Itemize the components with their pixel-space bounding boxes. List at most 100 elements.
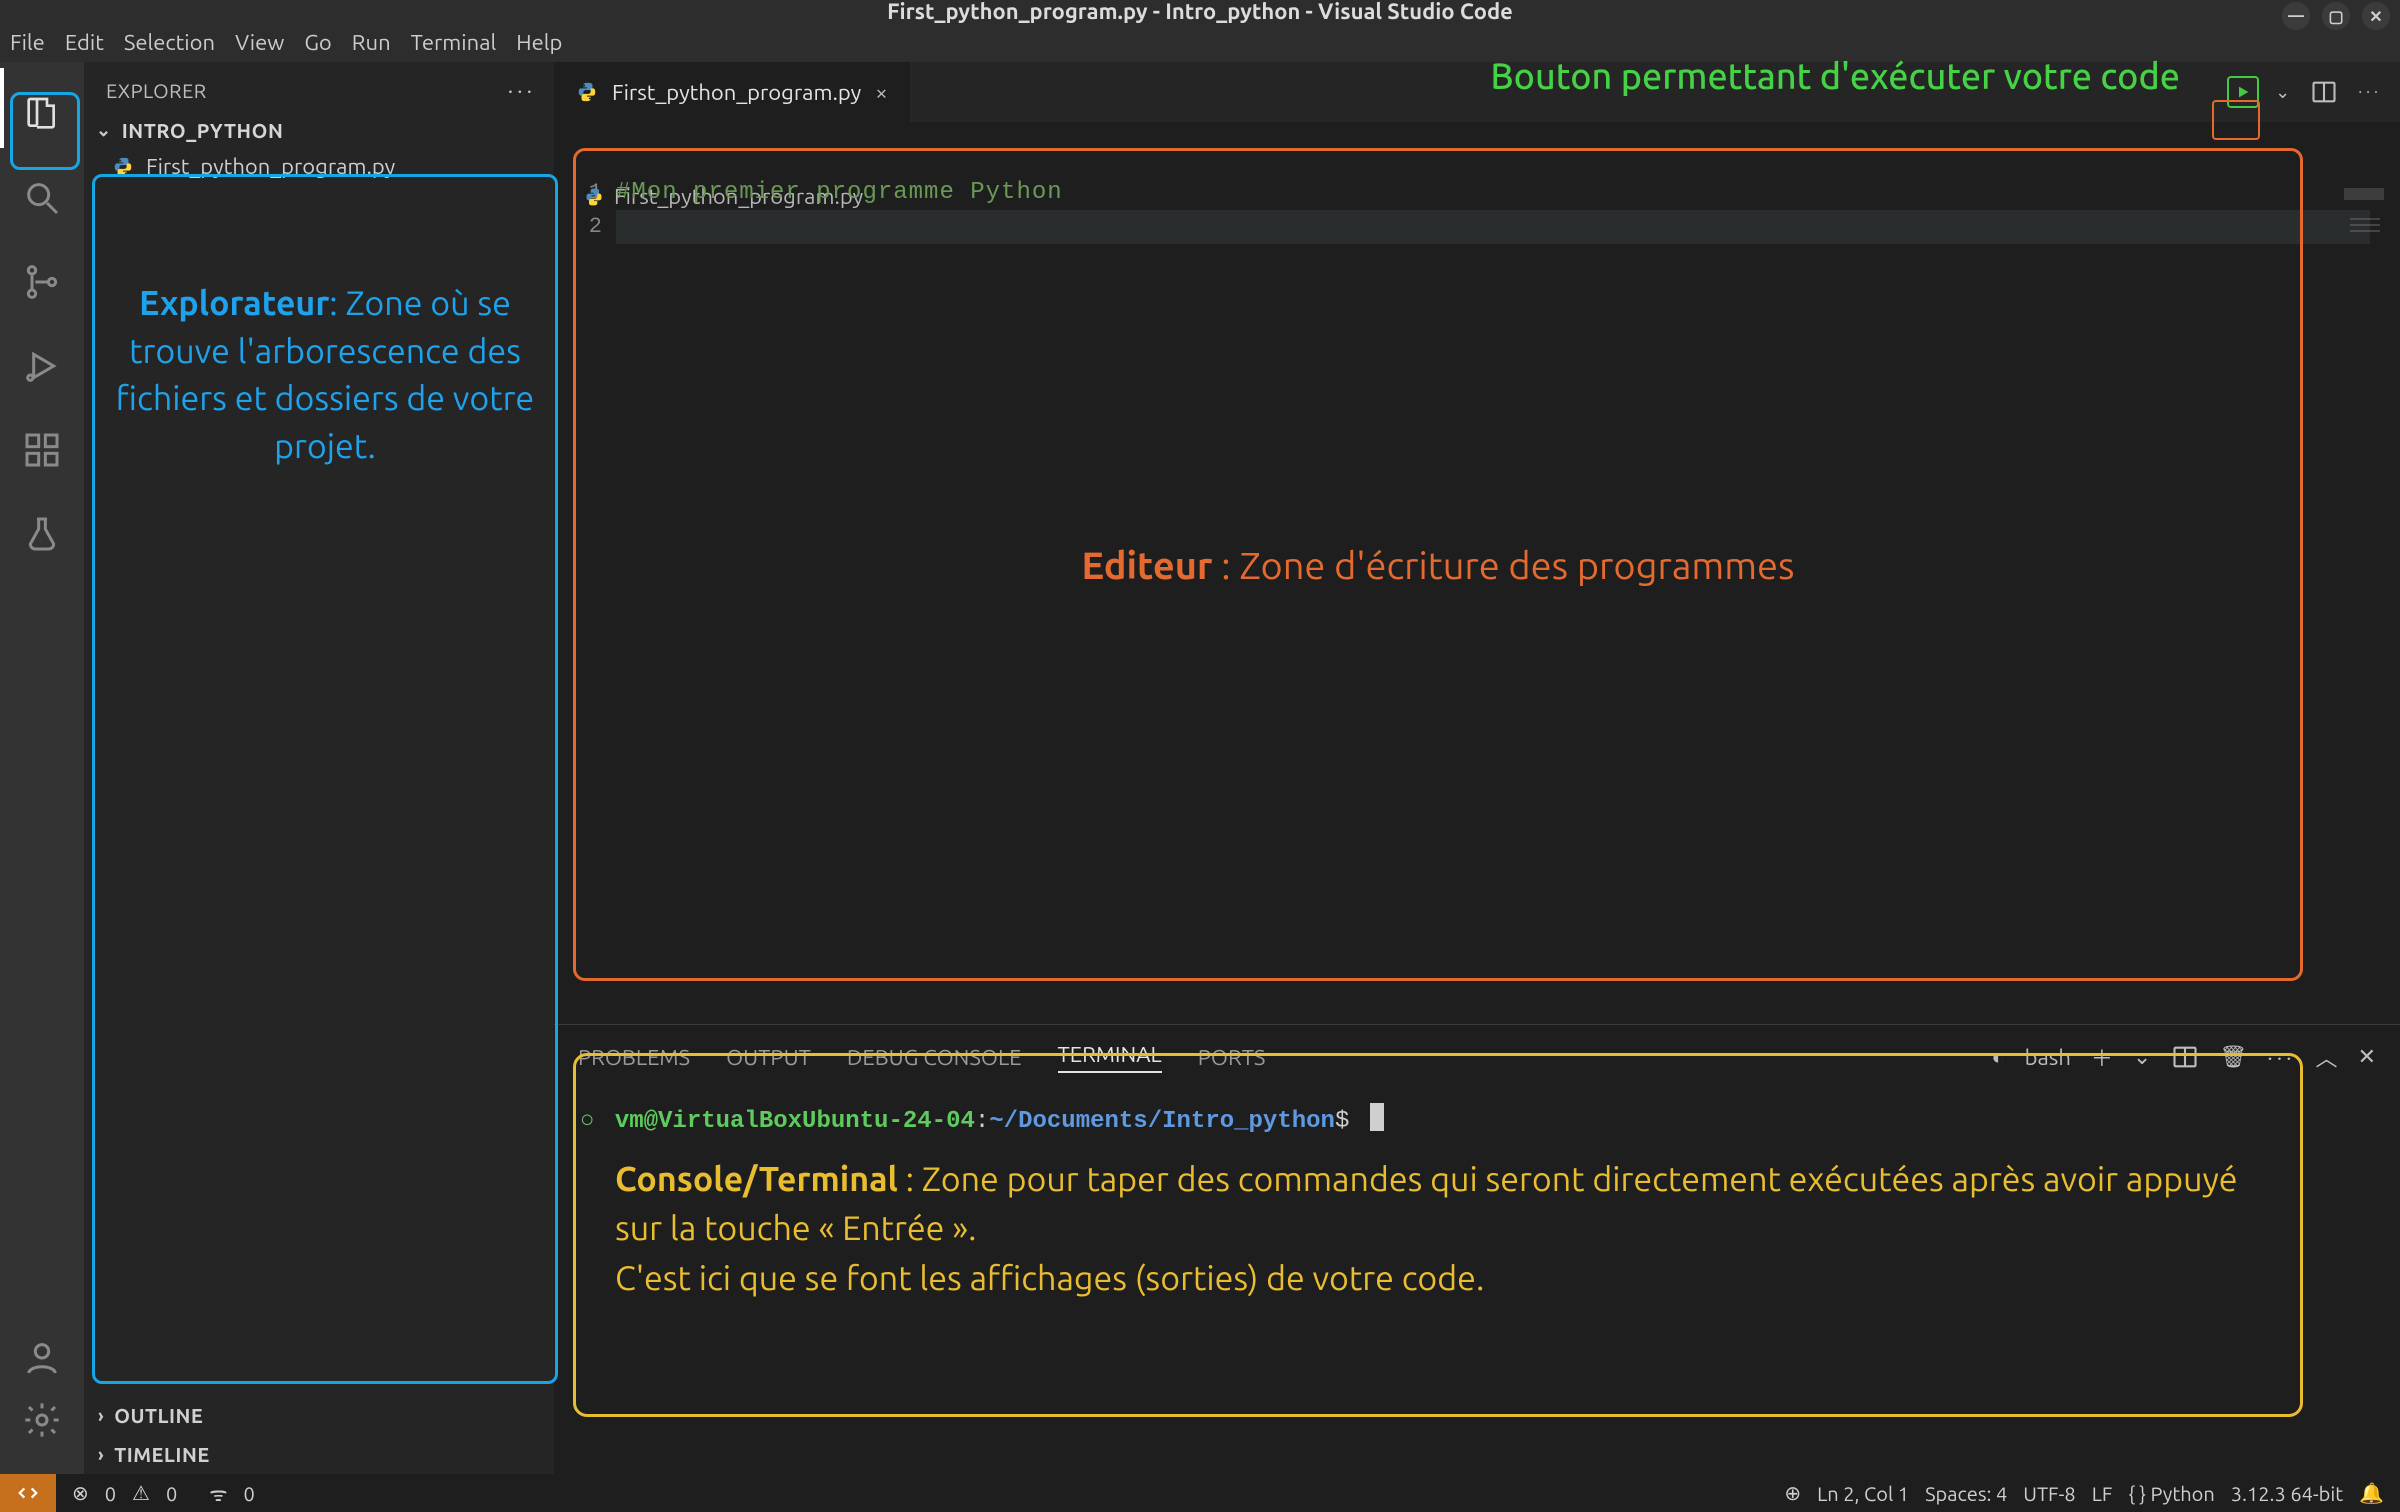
terminal-path: ~/Documents/Intro_python (989, 1108, 1335, 1135)
status-problems[interactable]: ⊗ 0 ⚠ 0 (56, 1481, 193, 1505)
panel-tab-terminal[interactable]: TERMINAL (1058, 1042, 1162, 1073)
accounts-icon[interactable] (22, 1338, 62, 1378)
sidebar-more-icon[interactable]: ··· (508, 78, 536, 103)
settings-gear-icon[interactable] (22, 1400, 62, 1440)
current-line-highlight (616, 210, 2370, 244)
extensions-icon[interactable] (22, 430, 62, 470)
menu-help[interactable]: Help (516, 30, 562, 55)
eol[interactable]: LF (2092, 1482, 2113, 1505)
folder-name: INTRO_PYTHON (122, 119, 284, 142)
tab-close-icon[interactable]: × (875, 80, 887, 105)
menu-file[interactable]: File (10, 30, 45, 55)
python-file-icon (576, 81, 598, 103)
menu-go[interactable]: Go (304, 30, 331, 55)
notifications-icon[interactable]: 🔔 (2359, 1481, 2384, 1505)
feedback-icon[interactable]: ⊕ (1784, 1481, 1801, 1505)
window-titlebar: First_python_program.py - Intro_python -… (0, 0, 2400, 22)
file-row[interactable]: First_python_program.py (84, 148, 554, 185)
line-gutter: 1 2 (554, 122, 616, 1024)
sidebar-title: EXPLORER (106, 79, 207, 102)
panel-more-icon[interactable]: ··· (2267, 1045, 2295, 1070)
status-right: ⊕ Ln 2, Col 1 Spaces: 4 UTF-8 LF { } Pyt… (1768, 1481, 2400, 1505)
overview-ruler (2350, 218, 2380, 232)
outline-section[interactable]: › OUTLINE (84, 1396, 554, 1435)
indentation[interactable]: Spaces: 4 (1925, 1482, 2007, 1505)
explorer-sidebar: EXPLORER ··· ⌄ INTRO_PYTHON First_python… (84, 62, 554, 1474)
menu-terminal[interactable]: Terminal (411, 30, 497, 55)
explorer-icon[interactable] (22, 94, 62, 134)
split-editor-icon[interactable] (2310, 78, 2338, 106)
terminal-cursor (1370, 1103, 1384, 1131)
maximize-button[interactable]: ▢ (2322, 2, 2350, 30)
python-file-icon (584, 187, 604, 207)
panel-tab-output[interactable]: OUTPUT (726, 1045, 811, 1070)
remote-indicator[interactable] (0, 1474, 56, 1512)
activity-bottom (22, 1316, 62, 1462)
terminal-body[interactable]: ○ vm@VirtualBoxUbuntu-24-04:~/Documents/… (554, 1083, 2400, 1474)
prompt-circle-icon: ○ (580, 1108, 594, 1135)
error-icon: ⊗ (72, 1481, 89, 1505)
terminal-sep: : (975, 1108, 989, 1135)
minimap[interactable] (2344, 188, 2384, 200)
status-ports[interactable]: ᯤ0 (193, 1480, 271, 1507)
error-count: 0 (105, 1482, 116, 1505)
terminal-dropdown-icon[interactable]: ⌄ (2133, 1044, 2151, 1070)
panel-tabs: PROBLEMS OUTPUT DEBUG CONSOLE TERMINAL P… (554, 1025, 2400, 1083)
code-line-1: #Mon premier programme Python (616, 176, 2400, 210)
line-number: 2 (554, 210, 602, 244)
folder-row[interactable]: ⌄ INTRO_PYTHON (84, 113, 554, 148)
window-title: First_python_program.py - Intro_python -… (887, 0, 1513, 24)
source-control-icon[interactable] (22, 262, 62, 302)
run-dropdown-icon[interactable]: ⌄ (2275, 82, 2290, 103)
chevron-right-icon: › (98, 1445, 104, 1465)
maximize-panel-icon[interactable]: ︿ (2316, 1041, 2338, 1073)
menubar: File Edit Selection View Go Run Terminal… (0, 22, 2400, 62)
outline-label: OUTLINE (114, 1404, 203, 1427)
split-terminal-icon[interactable] (2171, 1043, 2199, 1071)
editor-tab[interactable]: First_python_program.py × (554, 62, 911, 122)
code-area[interactable]: #Mon premier programme Python (616, 122, 2400, 1024)
panel-tab-debug[interactable]: DEBUG CONSOLE (847, 1045, 1022, 1070)
timeline-section[interactable]: › TIMELINE (84, 1435, 554, 1474)
language-mode[interactable]: { } Python (2128, 1482, 2214, 1505)
menu-edit[interactable]: Edit (65, 30, 104, 55)
menu-run[interactable]: Run (352, 30, 391, 55)
python-file-icon (112, 156, 134, 178)
tab-label: First_python_program.py (612, 80, 861, 105)
testing-icon[interactable] (22, 514, 62, 554)
terminal-dollar: $ (1335, 1108, 1349, 1135)
chevron-down-icon: ⌄ (96, 120, 112, 141)
new-terminal-icon[interactable]: ＋ (2091, 1041, 2113, 1073)
antenna-icon: ᯤ (209, 1480, 227, 1507)
panel-tab-problems[interactable]: PROBLEMS (578, 1045, 690, 1070)
terminal-shell-label[interactable]: bash (2025, 1045, 2071, 1070)
run-button[interactable] (2227, 76, 2259, 108)
bottom-panel: PROBLEMS OUTPUT DEBUG CONSOLE TERMINAL P… (554, 1024, 2400, 1474)
menu-selection[interactable]: Selection (124, 30, 215, 55)
warning-icon: ⚠ (132, 1481, 150, 1505)
menu-view[interactable]: View (235, 30, 284, 55)
python-interpreter[interactable]: 3.12.3 64-bit (2231, 1482, 2343, 1505)
search-icon[interactable] (22, 178, 62, 218)
file-name: First_python_program.py (146, 154, 395, 179)
window-controls: — ▢ ✕ (2282, 2, 2390, 30)
editor-body[interactable]: First_python_program.py 1 2 #Mon premier… (554, 122, 2400, 1024)
more-actions-icon[interactable]: ··· (2358, 83, 2382, 101)
chevron-right-icon: › (98, 1406, 104, 1426)
main-area: EXPLORER ··· ⌄ INTRO_PYTHON First_python… (0, 62, 2400, 1474)
editor-tabs: First_python_program.py × ⌄ ··· (554, 62, 2400, 122)
close-panel-icon[interactable]: ✕ (2358, 1044, 2376, 1070)
activity-bar (0, 62, 84, 1474)
warning-count: 0 (166, 1482, 177, 1505)
encoding[interactable]: UTF-8 (2023, 1482, 2075, 1505)
kill-terminal-icon[interactable]: 🗑 (2219, 1044, 2247, 1070)
minimize-button[interactable]: — (2282, 2, 2310, 30)
statusbar: ⊗ 0 ⚠ 0 ᯤ0 ⊕ Ln 2, Col 1 Spaces: 4 UTF-8 L… (0, 1474, 2400, 1512)
panel-tab-ports[interactable]: PORTS (1198, 1045, 1266, 1070)
cursor-position[interactable]: Ln 2, Col 1 (1817, 1482, 1909, 1505)
close-window-button[interactable]: ✕ (2362, 2, 2390, 30)
sidebar-header: EXPLORER ··· (84, 62, 554, 113)
run-debug-icon[interactable] (22, 346, 62, 386)
terminal-shell-icon: ◐ (1991, 1044, 2004, 1070)
editor-actions: ⌄ ··· (2227, 62, 2400, 122)
